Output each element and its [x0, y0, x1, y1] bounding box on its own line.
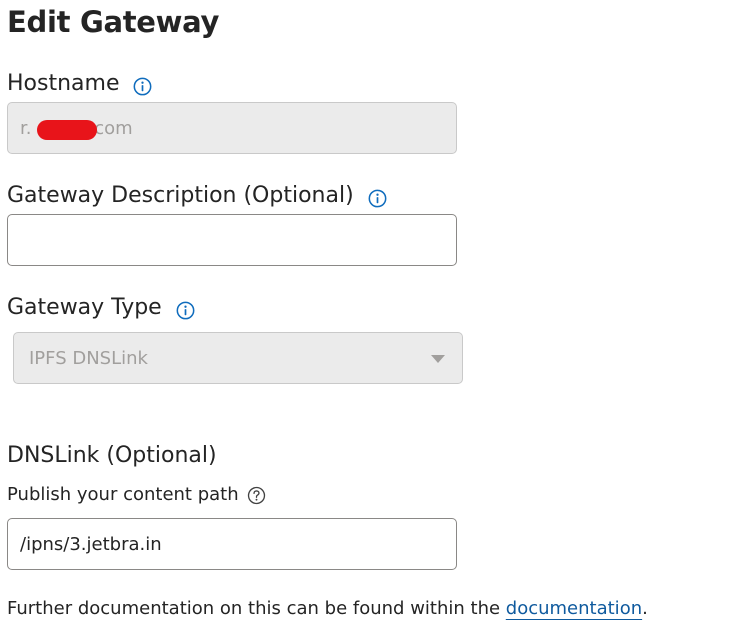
- gateway-type-dropdown[interactable]: IPFS DNSLink: [13, 332, 463, 384]
- dnslink-heading: DNSLink (Optional): [7, 443, 217, 468]
- footer-note: Further documentation on this can be fou…: [7, 595, 648, 623]
- footer-text: Further documentation on this can be fou…: [7, 598, 506, 619]
- dnslink-heading-row: DNSLink (Optional): [7, 441, 217, 471]
- description-label-row: Gateway Description (Optional): [7, 181, 387, 211]
- help-question-icon[interactable]: [247, 486, 266, 505]
- description-input[interactable]: [7, 214, 457, 266]
- redaction-mark: [37, 120, 97, 140]
- gateway-type-selected: IPFS DNSLink: [29, 347, 148, 369]
- dnslink-sublabel-row: Publish your content path: [7, 483, 266, 507]
- gateway-type-label: Gateway Type: [7, 295, 162, 320]
- hostname-label-row: Hostname: [7, 69, 152, 99]
- footer-period: .: [642, 598, 648, 619]
- hostname-value-prefix: r.: [20, 117, 32, 139]
- hostname-field[interactable]: r. f.com: [7, 102, 457, 154]
- gateway-type-label-row: Gateway Type: [7, 293, 195, 323]
- chevron-down-icon: [431, 355, 445, 363]
- info-icon[interactable]: [368, 187, 387, 207]
- hostname-label: Hostname: [7, 71, 120, 96]
- info-icon[interactable]: [176, 299, 195, 319]
- info-icon[interactable]: [133, 75, 152, 95]
- description-label: Gateway Description (Optional): [7, 183, 354, 208]
- documentation-link[interactable]: documentation: [506, 598, 642, 619]
- dnslink-input[interactable]: [7, 518, 457, 570]
- dnslink-sublabel: Publish your content path: [7, 484, 239, 505]
- page-title: Edit Gateway: [7, 5, 220, 39]
